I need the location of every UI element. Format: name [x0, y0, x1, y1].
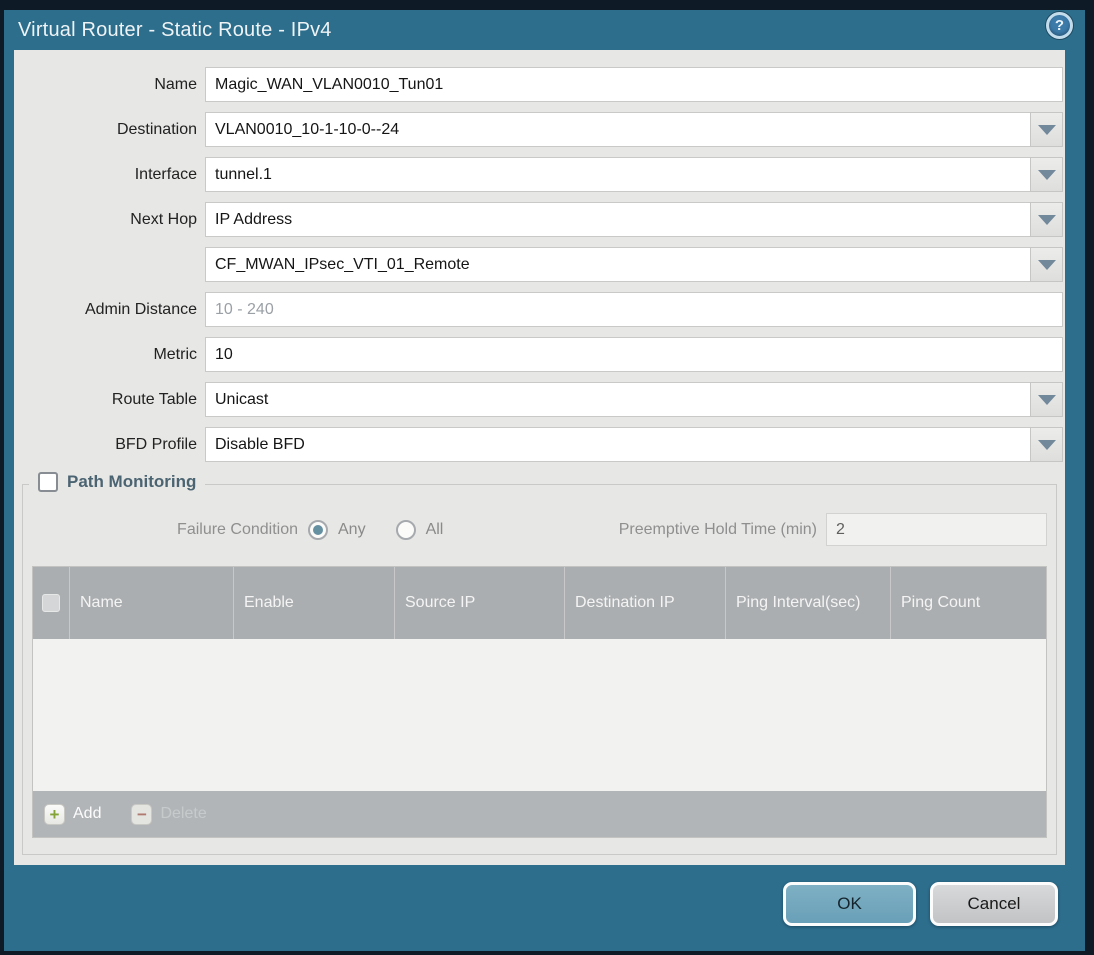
- cancel-button[interactable]: Cancel: [930, 882, 1058, 926]
- column-header-destination-ip[interactable]: Destination IP: [564, 567, 725, 639]
- add-button-label: Add: [73, 805, 102, 822]
- form-row-metric: Metric: [14, 337, 1065, 372]
- failure-condition-any-label: Any: [338, 520, 366, 538]
- preemptive-hold-time-input[interactable]: [826, 513, 1047, 546]
- metric-label: Metric: [153, 345, 197, 363]
- dialog-content: Name Destination Interface Next Hop: [14, 50, 1065, 865]
- form-row-route-table: Route Table: [14, 382, 1065, 417]
- bfd-profile-dropdown-button[interactable]: [1030, 427, 1063, 462]
- path-monitoring-options-row: Failure Condition Any All Preemptive Hol…: [32, 513, 1047, 546]
- form-row-next-hop: Next Hop: [14, 202, 1065, 237]
- next-hop-type-dropdown-button[interactable]: [1030, 202, 1063, 237]
- failure-condition-any-option: Any: [308, 519, 366, 540]
- select-all-checkbox[interactable]: [42, 594, 60, 612]
- failure-condition-all-option: All: [395, 519, 444, 540]
- failure-condition-all-radio[interactable]: [395, 519, 416, 540]
- name-label: Name: [154, 75, 197, 93]
- admin-distance-label: Admin Distance: [84, 300, 197, 318]
- help-icon[interactable]: ?: [1046, 12, 1073, 39]
- destination-dropdown-button[interactable]: [1030, 112, 1063, 147]
- failure-condition-all-label: All: [425, 520, 444, 538]
- dialog-titlebar: Virtual Router - Static Route - IPv4 ?: [4, 10, 1085, 50]
- metric-input[interactable]: [205, 337, 1063, 372]
- form-row-bfd-profile: BFD Profile: [14, 427, 1065, 462]
- route-table-label: Route Table: [111, 390, 197, 408]
- dialog-window: Virtual Router - Static Route - IPv4 ? N…: [4, 10, 1085, 951]
- preemptive-hold-time-group: Preemptive Hold Time (min): [619, 513, 1047, 546]
- route-table-input[interactable]: [205, 382, 1031, 417]
- path-monitoring-title: Path Monitoring: [67, 472, 197, 491]
- failure-condition-label: Failure Condition: [177, 520, 298, 538]
- column-header-ping-count[interactable]: Ping Count: [890, 567, 1046, 639]
- next-hop-address-dropdown-button[interactable]: [1030, 247, 1063, 282]
- column-header-ping-interval[interactable]: Ping Interval(sec): [725, 567, 890, 639]
- add-button[interactable]: + Add: [44, 803, 102, 825]
- form-row-next-hop-address: [14, 247, 1065, 282]
- interface-label: Interface: [134, 165, 197, 183]
- table-footer-bar: + Add − Delete: [33, 791, 1046, 837]
- interface-dropdown-button[interactable]: [1030, 157, 1063, 192]
- form-row-interface: Interface: [14, 157, 1065, 192]
- next-hop-address-input[interactable]: [205, 247, 1031, 282]
- minus-icon: −: [131, 803, 153, 825]
- column-header-name[interactable]: Name: [69, 567, 233, 639]
- preemptive-hold-time-label: Preemptive Hold Time (min): [618, 520, 817, 538]
- next-hop-type-input[interactable]: [205, 202, 1031, 237]
- path-monitoring-table: Name Enable Source IP Destination IP Pin…: [32, 566, 1047, 838]
- next-hop-label: Next Hop: [130, 210, 197, 228]
- destination-input[interactable]: [205, 112, 1031, 147]
- form-row-admin-distance: Admin Distance: [14, 292, 1065, 327]
- dialog-title: Virtual Router - Static Route - IPv4: [18, 18, 332, 41]
- interface-input[interactable]: [205, 157, 1031, 192]
- table-header-row: Name Enable Source IP Destination IP Pin…: [33, 567, 1046, 639]
- column-header-enable[interactable]: Enable: [233, 567, 394, 639]
- bfd-profile-label: BFD Profile: [115, 435, 197, 453]
- ok-button[interactable]: OK: [783, 882, 916, 926]
- delete-button[interactable]: − Delete: [131, 803, 207, 825]
- chevron-down-icon: [1037, 169, 1056, 180]
- delete-button-label: Delete: [160, 805, 207, 822]
- chevron-down-icon: [1037, 439, 1056, 450]
- select-all-column-header: [33, 567, 69, 639]
- name-input[interactable]: [205, 67, 1063, 102]
- path-monitoring-section: Path Monitoring Failure Condition Any Al…: [22, 472, 1057, 855]
- destination-label: Destination: [116, 120, 197, 138]
- plus-icon: +: [44, 803, 65, 825]
- path-monitoring-checkbox[interactable]: [38, 472, 58, 492]
- failure-condition-any-radio[interactable]: [308, 519, 328, 540]
- column-header-source-ip[interactable]: Source IP: [394, 567, 564, 639]
- chevron-down-icon: [1037, 259, 1056, 270]
- chevron-down-icon: [1037, 394, 1056, 405]
- form-row-destination: Destination: [14, 112, 1065, 147]
- admin-distance-input[interactable]: [205, 292, 1063, 327]
- table-body-empty: [33, 639, 1046, 791]
- chevron-down-icon: [1037, 124, 1056, 135]
- chevron-down-icon: [1037, 214, 1056, 225]
- route-table-dropdown-button[interactable]: [1030, 382, 1063, 417]
- form-row-name: Name: [14, 67, 1065, 102]
- bfd-profile-input[interactable]: [205, 427, 1031, 462]
- path-monitoring-legend: Path Monitoring: [29, 472, 206, 492]
- help-glyph: ?: [1054, 17, 1065, 34]
